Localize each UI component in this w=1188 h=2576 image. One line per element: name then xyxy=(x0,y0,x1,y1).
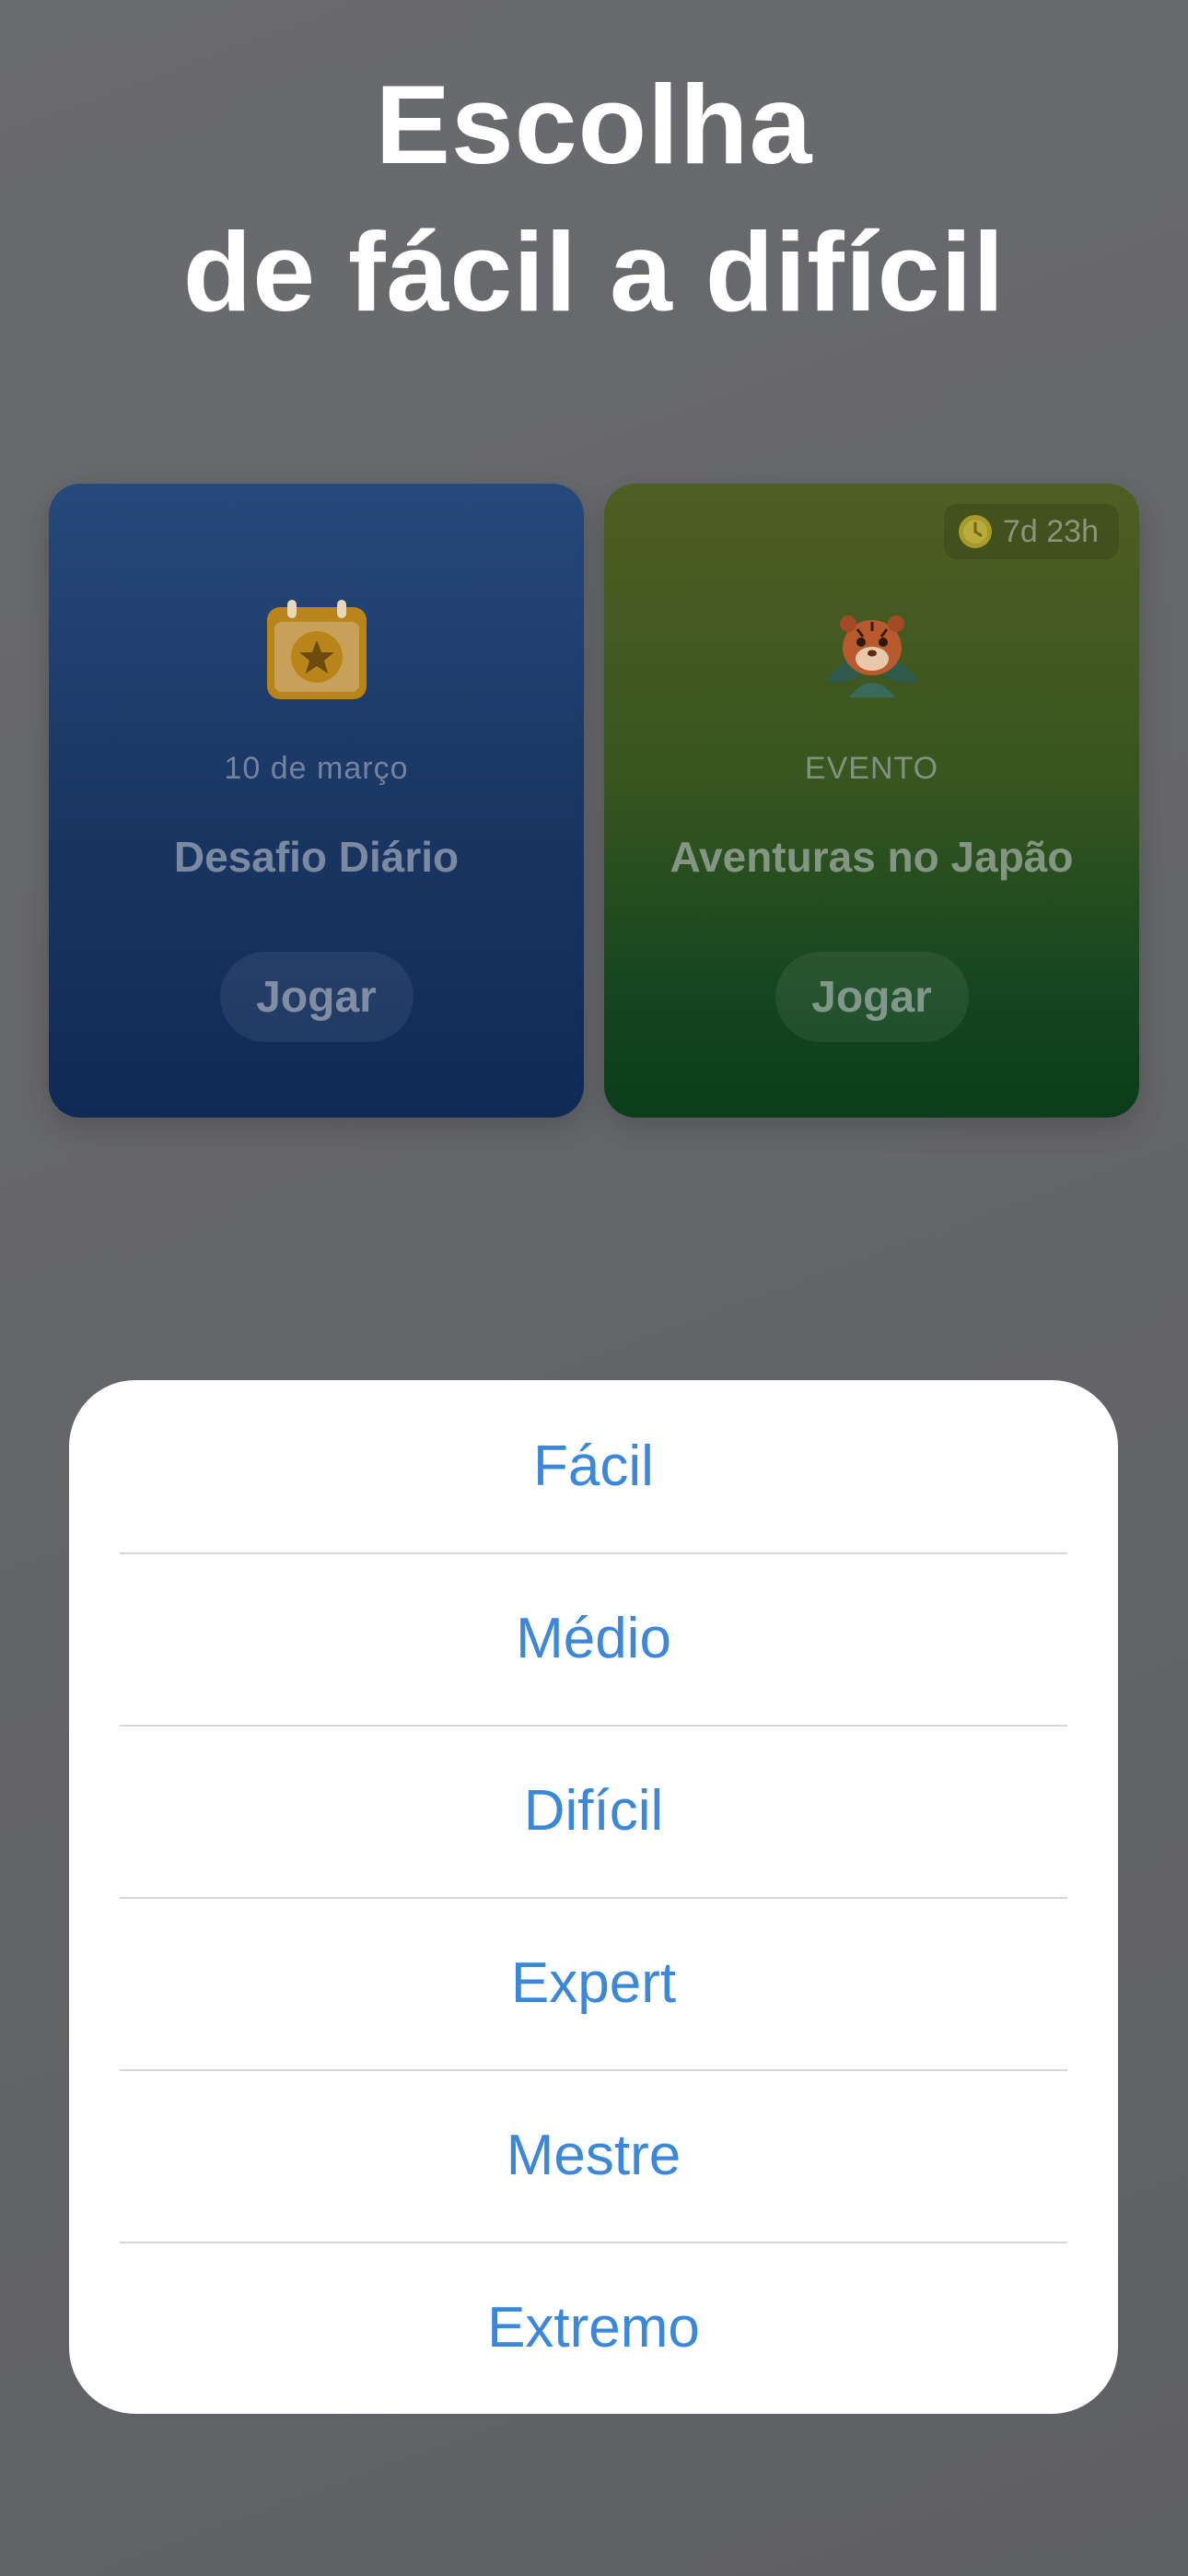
title-line-2: de fácil a difícil xyxy=(182,209,1006,334)
title-line-1: Escolha xyxy=(375,62,813,187)
event-timer-badge: 7d 23h xyxy=(944,504,1119,559)
event-play-button[interactable]: Jogar xyxy=(775,952,969,1042)
difficulty-option-easy[interactable]: Fácil xyxy=(69,1380,1118,1552)
calendar-star-icon xyxy=(262,594,372,705)
difficulty-option-extreme[interactable]: Extremo xyxy=(69,2242,1118,2414)
event-timer-text: 7d 23h xyxy=(1003,513,1099,549)
clock-icon xyxy=(957,513,994,550)
difficulty-option-expert[interactable]: Expert xyxy=(69,1897,1118,2069)
tiger-icon xyxy=(817,594,927,705)
difficulty-option-master[interactable]: Mestre xyxy=(69,2069,1118,2242)
event-label: EVENTO xyxy=(804,751,939,786)
daily-play-button[interactable]: Jogar xyxy=(219,952,413,1042)
page-title: Escolha de fácil a difícil xyxy=(0,51,1188,345)
difficulty-option-hard[interactable]: Difícil xyxy=(69,1725,1118,1897)
daily-title: Desafio Diário xyxy=(173,833,460,881)
daily-date: 10 de março xyxy=(224,751,409,786)
event-title: Aventuras no Japão xyxy=(670,833,1074,881)
daily-challenge-card[interactable]: 10 de março Desafio Diário Jogar xyxy=(49,484,584,1118)
difficulty-action-sheet: Fácil Médio Difícil Expert Mestre Extrem… xyxy=(69,1380,1118,2414)
event-card[interactable]: 7d 23h EVENTO Aventuras no Japão Jogar xyxy=(604,484,1139,1118)
difficulty-option-medium[interactable]: Médio xyxy=(69,1552,1118,1725)
